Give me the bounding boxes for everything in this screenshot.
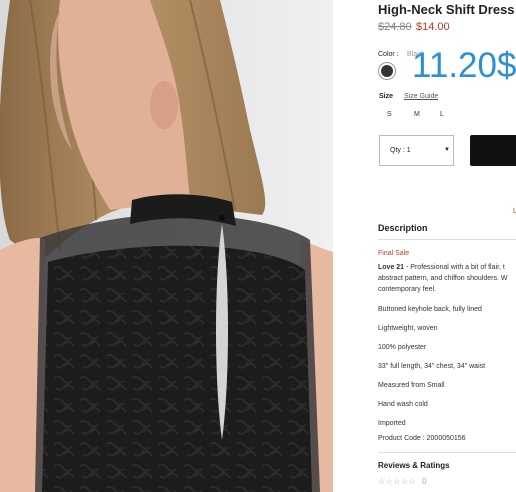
rating-stars: ☆☆☆☆☆ 0 — [378, 477, 427, 486]
detail-item: Measured from Small — [378, 382, 445, 389]
chevron-down-icon: ▼ — [444, 147, 450, 153]
description-text: Love 21 - Professional with a bit of fla… — [378, 262, 516, 295]
product-photo-illustration — [0, 0, 333, 492]
reviews-heading: Reviews & Ratings — [378, 461, 450, 470]
detail-item: Hand wash cold — [378, 401, 428, 408]
overlay-price-annotation: 11.20$ — [412, 46, 516, 85]
sale-price: $14.00 — [416, 21, 450, 33]
detail-item: Lightweight, woven — [378, 325, 438, 332]
add-to-bag-button[interactable] — [470, 135, 516, 166]
quantity-label: Qty : 1 — [390, 147, 411, 154]
description-line-3: contemporary feel. — [378, 286, 436, 293]
brand-name: Love 21 — [378, 264, 405, 271]
quantity-select[interactable]: Qty : 1 ▼ — [379, 135, 454, 166]
color-swatch-black[interactable] — [378, 62, 396, 80]
product-image[interactable] — [0, 0, 333, 492]
divider — [378, 239, 516, 240]
size-option-m[interactable]: M — [414, 111, 420, 118]
description-line-1: - Professional with a bit of flair, t — [404, 264, 505, 271]
star-icons: ☆☆☆☆☆ — [378, 477, 417, 486]
final-sale-label: Final Sale — [378, 250, 410, 257]
original-price: $24.80 — [378, 21, 412, 33]
description-line-2: abstract pattern, and chiffon shoulders.… — [378, 275, 508, 282]
detail-item: Buttoned keyhole back, fully lined — [378, 306, 482, 313]
divider — [378, 452, 516, 453]
review-count: 0 — [422, 477, 428, 486]
product-code: Product Code : 2000050156 — [378, 435, 466, 442]
description-heading: Description — [378, 223, 428, 233]
detail-item: Imported — [378, 420, 406, 427]
detail-item: 33" full length, 34" chest, 34" waist — [378, 363, 486, 370]
product-title: High-Neck Shift Dress — [378, 2, 515, 17]
detail-item: 100% polyester — [378, 344, 427, 351]
size-guide-link[interactable]: Size Guide — [404, 93, 438, 100]
size-option-l[interactable]: L — [440, 111, 444, 118]
color-label: Color : — [378, 51, 399, 58]
product-info-panel: High-Neck Shift Dress $24.80 $14.00 Colo… — [378, 0, 516, 492]
size-option-s[interactable]: S — [387, 111, 392, 118]
size-label: Size — [379, 93, 394, 100]
